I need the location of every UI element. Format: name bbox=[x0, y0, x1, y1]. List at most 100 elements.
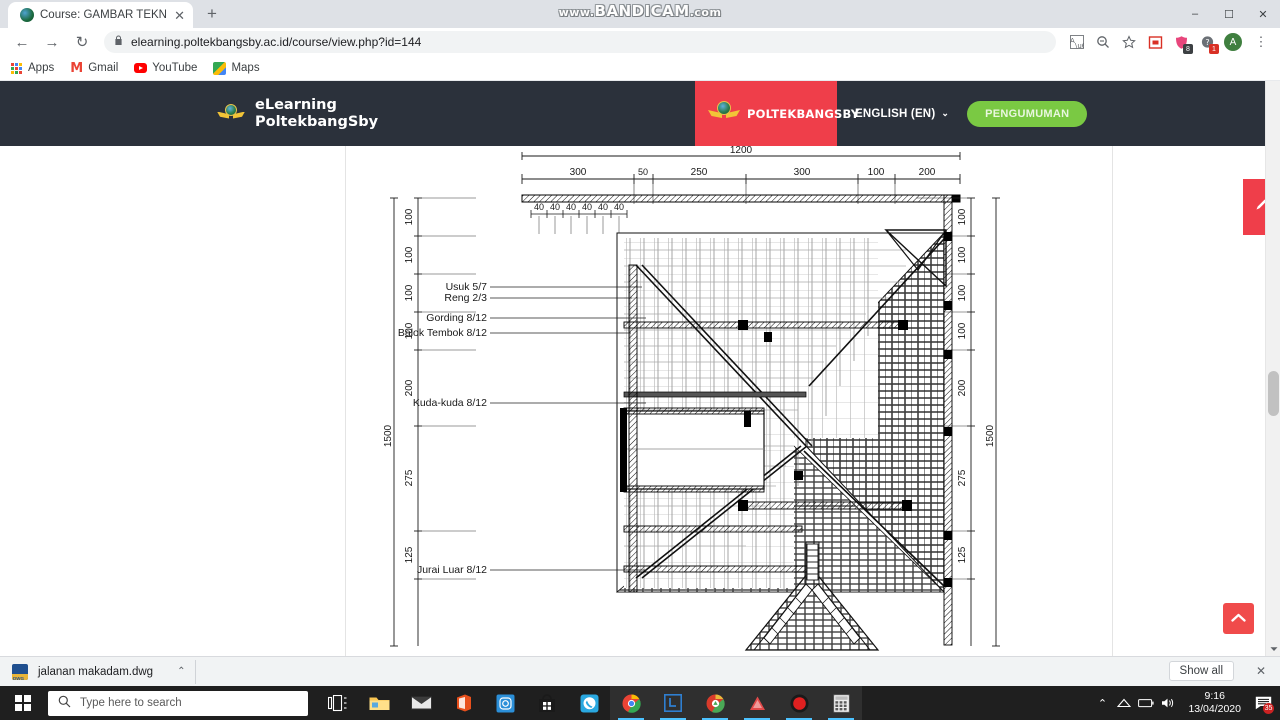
windows-start-icon[interactable] bbox=[0, 686, 46, 720]
language-selector[interactable]: ENGLISH (EN) ⌄ bbox=[855, 108, 949, 120]
profile-avatar[interactable]: A bbox=[1224, 33, 1242, 51]
chevron-down-icon: ⌄ bbox=[941, 108, 950, 118]
back-button[interactable]: ← bbox=[8, 28, 36, 56]
tab-strip: Course: GAMBAR TEKNIK COMPU ✕ + – ☐ ✕ bbox=[0, 0, 1280, 28]
reload-button[interactable]: ↻ bbox=[68, 28, 96, 56]
announcement-button[interactable]: PENGUMUMAN bbox=[967, 100, 1088, 127]
instagram-icon[interactable] bbox=[484, 686, 526, 720]
svg-text:\u6587: \u6587 bbox=[1075, 42, 1084, 49]
calculator-icon[interactable] bbox=[820, 686, 862, 720]
course-content-column: 1200 300 50 250 300 100 200 40 40 40 40 … bbox=[345, 146, 1113, 656]
tray-chevron-up-icon[interactable]: ⌃ bbox=[1091, 686, 1113, 720]
dim-left-7: 125 bbox=[404, 546, 415, 563]
window-close-button[interactable]: ✕ bbox=[1246, 0, 1280, 28]
browser-toolbar: ← → ↻ elearning.poltekbangsby.ac.id/cour… bbox=[0, 28, 1280, 56]
windows-taskbar: Type here to search ⌃ 9:16 13/04/2020 35 bbox=[0, 686, 1280, 720]
tray-network-icon[interactable] bbox=[1113, 686, 1135, 720]
org-badge: POLTEKBANGSBY bbox=[695, 81, 859, 146]
dim-spacing-6: 40 bbox=[614, 202, 624, 212]
mail-icon[interactable] bbox=[400, 686, 442, 720]
notification-center-button[interactable]: 35 bbox=[1250, 686, 1276, 720]
tab-close-icon[interactable]: ✕ bbox=[174, 9, 185, 22]
whatsapp-icon[interactable] bbox=[568, 686, 610, 720]
bookmarks-bar: Apps M Gmail YouTube Maps bbox=[0, 56, 1280, 81]
bookmark-maps-label: Maps bbox=[231, 62, 260, 74]
browser-tab[interactable]: Course: GAMBAR TEKNIK COMPU ✕ bbox=[8, 2, 193, 28]
bookmark-gmail-label: Gmail bbox=[88, 62, 119, 74]
chrome-canary-icon[interactable] bbox=[694, 686, 736, 720]
zoom-out-icon[interactable] bbox=[1092, 31, 1114, 53]
tab-favicon bbox=[20, 8, 34, 22]
download-menu-caret-icon[interactable]: ⌃ bbox=[177, 666, 185, 677]
dim-left-3: 100 bbox=[404, 284, 415, 301]
dim-top-6: 200 bbox=[919, 167, 936, 178]
bandicam-icon[interactable] bbox=[778, 686, 820, 720]
forward-button[interactable]: → bbox=[38, 28, 66, 56]
dim-right-2: 100 bbox=[957, 246, 968, 263]
system-tray: ⌃ 9:16 13/04/2020 35 bbox=[1091, 686, 1280, 720]
taskbar-search-input[interactable]: Type here to search bbox=[48, 690, 308, 716]
dim-right-1: 100 bbox=[957, 208, 968, 225]
taskbar-search-placeholder: Type here to search bbox=[80, 697, 182, 709]
elearning-logo-icon bbox=[217, 103, 245, 124]
dim-left-total: 1500 bbox=[383, 424, 394, 447]
language-label: ENGLISH (EN) bbox=[855, 107, 936, 120]
extension-help-icon[interactable]: ? 1 bbox=[1196, 31, 1219, 54]
dwg-file-icon bbox=[12, 663, 28, 680]
autocad-icon[interactable] bbox=[736, 686, 778, 720]
dim-right-6: 275 bbox=[957, 469, 968, 486]
bookmark-star-icon[interactable] bbox=[1118, 31, 1140, 53]
browser-menu-icon[interactable]: ⋮ bbox=[1250, 31, 1272, 53]
dim-right-total: 1500 bbox=[985, 424, 996, 447]
translate-icon[interactable]: A\u6587 bbox=[1066, 31, 1088, 53]
bookmark-gmail[interactable]: M Gmail bbox=[70, 60, 119, 76]
annotation-reng: Reng 2/3 bbox=[444, 292, 487, 304]
browser-window: Course: GAMBAR TEKNIK COMPU ✕ + – ☐ ✕ ww… bbox=[0, 0, 1280, 720]
taskbar-clock[interactable]: 9:16 13/04/2020 bbox=[1179, 690, 1250, 716]
bookmark-apps[interactable]: Apps bbox=[10, 62, 54, 75]
tray-battery-icon[interactable] bbox=[1135, 686, 1157, 720]
scrollbar-down-arrow[interactable] bbox=[1266, 641, 1280, 656]
window-controls: – ☐ ✕ bbox=[1178, 0, 1280, 28]
extension-shield-badge: 8 bbox=[1183, 44, 1193, 54]
microsoft-store-icon[interactable] bbox=[526, 686, 568, 720]
task-view-icon[interactable] bbox=[316, 686, 358, 720]
header-right-group: POLTEKBANGSBY ENGLISH (EN) ⌄ PENGUMUMAN bbox=[695, 81, 1280, 146]
dim-spacing-4: 40 bbox=[582, 202, 592, 212]
bookmark-youtube[interactable]: YouTube bbox=[134, 62, 197, 75]
show-all-downloads-button[interactable]: Show all bbox=[1168, 661, 1234, 681]
new-tab-button[interactable]: + bbox=[199, 1, 225, 27]
bookmark-apps-label: Apps bbox=[28, 62, 55, 74]
clock-time: 9:16 bbox=[1204, 689, 1225, 702]
roof-framing-plan-svg: 1200 300 50 250 300 100 200 40 40 40 40 … bbox=[383, 146, 1000, 651]
extension-shield-icon[interactable]: 8 bbox=[1170, 31, 1193, 54]
tray-volume-icon[interactable] bbox=[1157, 686, 1179, 720]
scroll-to-top-button[interactable] bbox=[1223, 603, 1254, 634]
office-icon[interactable] bbox=[442, 686, 484, 720]
scrollbar-thumb[interactable] bbox=[1268, 371, 1279, 416]
clock-date: 13/04/2020 bbox=[1188, 703, 1241, 715]
extension-mailbox-icon[interactable] bbox=[1144, 31, 1166, 53]
annotation-kuda-kuda: Kuda-kuda 8/12 bbox=[413, 397, 487, 409]
layout-sketchup-icon[interactable] bbox=[652, 686, 694, 720]
chevron-up-icon bbox=[1231, 611, 1246, 626]
org-name-label: POLTEKBANGSBY bbox=[747, 106, 860, 121]
bookmark-maps[interactable]: Maps bbox=[213, 61, 260, 75]
page-scrollbar[interactable] bbox=[1265, 81, 1280, 656]
address-bar[interactable]: elearning.poltekbangsby.ac.id/course/vie… bbox=[104, 31, 1056, 53]
page-body: 1200 300 50 250 300 100 200 40 40 40 40 … bbox=[0, 146, 1280, 656]
minimize-button[interactable]: – bbox=[1178, 0, 1212, 28]
dim-top-5: 100 bbox=[868, 167, 885, 178]
apps-grid-icon bbox=[10, 62, 23, 75]
close-download-bar-icon[interactable]: ✕ bbox=[1256, 664, 1266, 678]
gmail-icon: M bbox=[70, 60, 84, 76]
brand-text: eLearning PoltekbangSby bbox=[255, 97, 378, 129]
site-brand[interactable]: eLearning PoltekbangSby bbox=[0, 81, 378, 146]
notification-badge: 35 bbox=[1263, 703, 1274, 714]
download-bar: jalanan makadam.dwg ⌃ Show all ✕ bbox=[0, 656, 1280, 686]
maximize-button[interactable]: ☐ bbox=[1212, 0, 1246, 28]
chrome-icon[interactable] bbox=[610, 686, 652, 720]
file-explorer-icon[interactable] bbox=[358, 686, 400, 720]
download-item[interactable]: jalanan makadam.dwg ⌃ bbox=[12, 659, 197, 684]
page-viewport: eLearning PoltekbangSby POLTEKBANGSBY EN… bbox=[0, 81, 1280, 656]
